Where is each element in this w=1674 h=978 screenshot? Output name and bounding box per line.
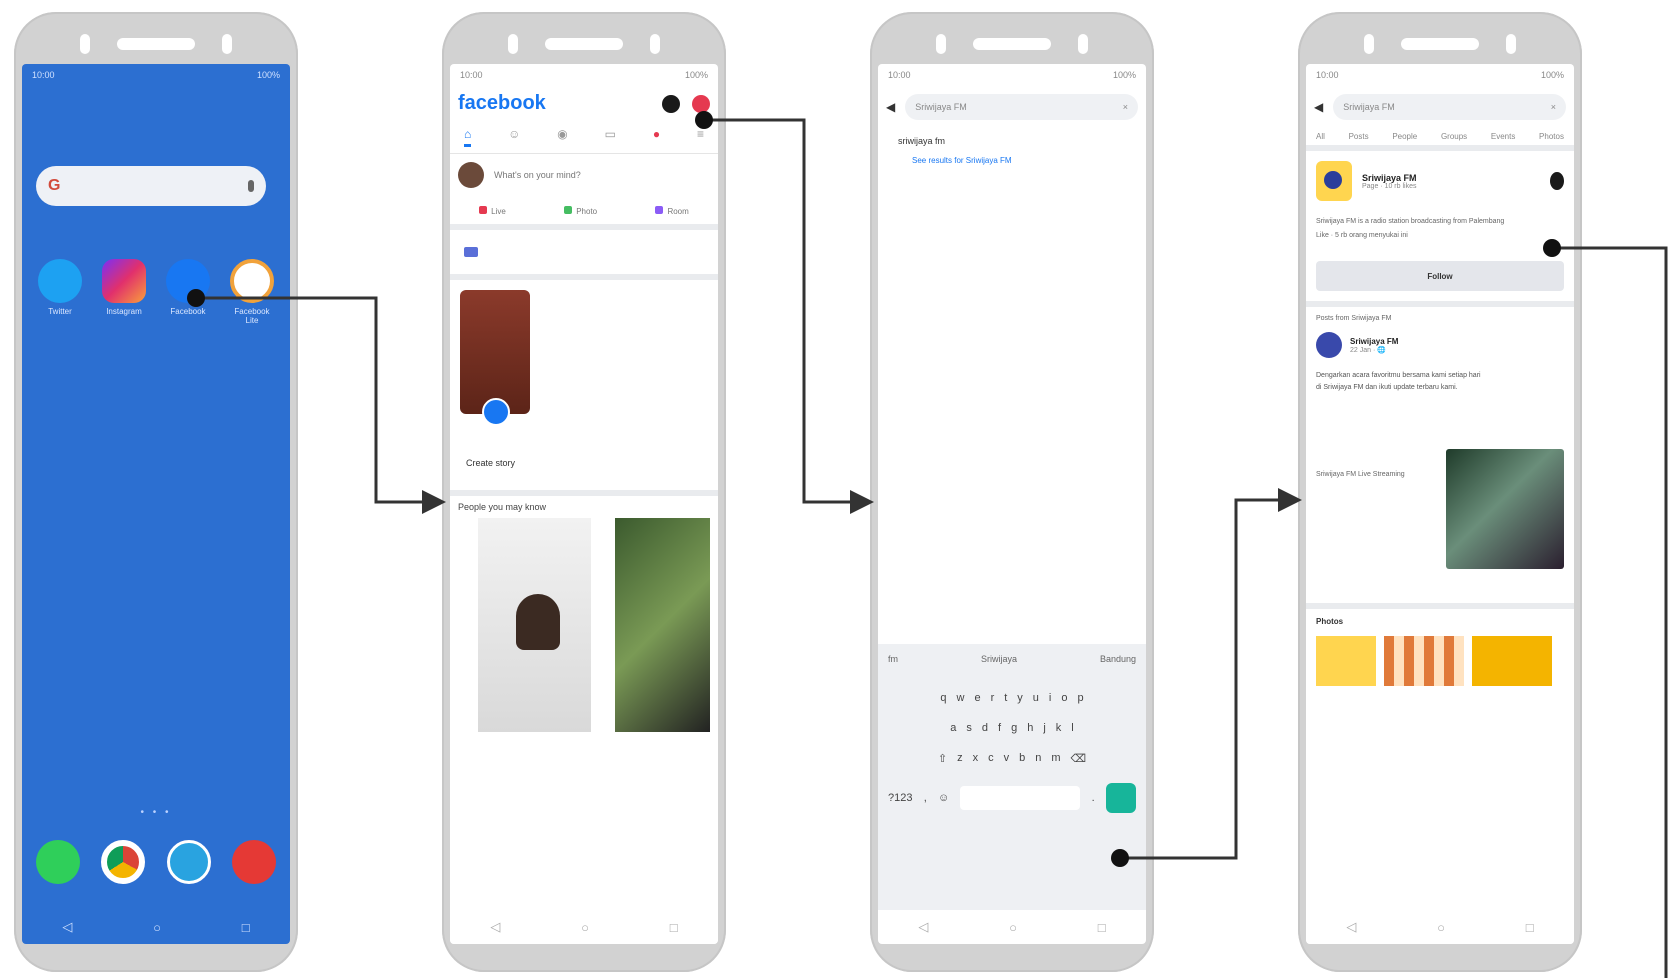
tap-point-3 xyxy=(1111,849,1129,867)
connector-2 xyxy=(706,118,874,514)
flow-connectors xyxy=(187,111,1668,978)
connector-3 xyxy=(1120,488,1302,860)
tap-point-4 xyxy=(1543,239,1561,257)
tap-point-1 xyxy=(187,289,205,307)
connector-4 xyxy=(1552,246,1668,978)
connector-1 xyxy=(198,296,446,514)
tap-point-2 xyxy=(695,111,713,129)
